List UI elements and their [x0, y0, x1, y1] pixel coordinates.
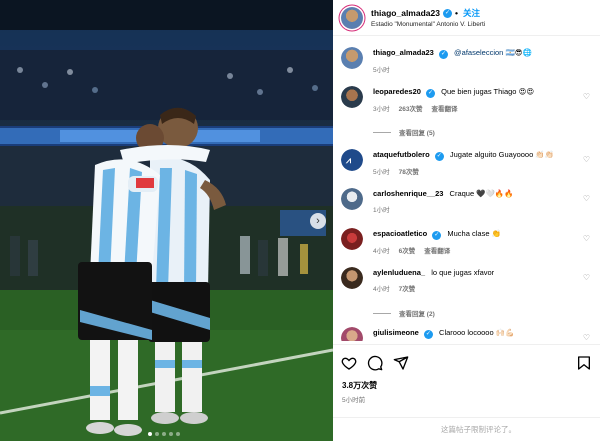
comment-heart-icon[interactable]: ♡ [583, 273, 590, 282]
comment-emoji: 🖤🤍🔥🔥 [476, 189, 514, 198]
comment-time[interactable]: 3小时 [373, 103, 390, 113]
comment-icon[interactable] [367, 355, 383, 371]
comment-text: lo que jugas xfavor [431, 268, 495, 277]
comment-username[interactable]: leoparedes20 [373, 87, 421, 96]
action-bar [341, 355, 409, 371]
commenter-avatar[interactable] [341, 228, 363, 250]
post-header: thiago_almada23 ✓ • 关注 Estadio "Monument… [333, 0, 600, 36]
post-time[interactable]: 5小时前 [342, 394, 365, 404]
commenter-avatar[interactable]: ⩘ [341, 149, 363, 171]
location-link[interactable]: Estadio "Monumental" Antonio V. Liberti [371, 21, 485, 28]
comment-username[interactable]: aylenluduena_ [373, 268, 425, 277]
replies-bar [373, 131, 391, 133]
verified-badge-icon: ✓ [423, 330, 433, 339]
comment-emoji: 🙌🏻💪🏻 [495, 328, 515, 337]
share-icon[interactable] [393, 355, 409, 371]
comment-text: Craque [449, 189, 475, 198]
comments-list[interactable]: thiago_almada23 ✓ @afaseleccion 🇦🇷😎🌐 5小时… [333, 38, 600, 341]
comment-item: ⩘ ataquefutbolero ✓ Jugate alguito Guayo… [341, 149, 596, 176]
comment-username[interactable]: ataquefutbolero [373, 150, 430, 159]
post-side-panel: thiago_almada23 ✓ • 关注 Estadio "Monument… [333, 0, 600, 441]
comment-item: espacioatletico ✓ Mucha clase 👏 4小时 6次赞 … [341, 228, 596, 255]
comment-emoji: 😍😍 [518, 87, 535, 96]
carousel-dots [148, 432, 180, 436]
comment-input[interactable] [441, 425, 591, 434]
caption-avatar[interactable] [341, 47, 363, 69]
comment-emoji: 👏 [491, 229, 501, 238]
comment-item: aylenluduena_ lo que jugas xfavor 4小时 7次… [341, 267, 596, 293]
carousel-dot [169, 432, 173, 436]
chevron-right-icon: › [316, 214, 320, 227]
carousel-dot [162, 432, 166, 436]
ataque-logo-icon: ⩘ [346, 155, 352, 165]
carousel-dot [148, 432, 152, 436]
comment-text: Jugate alguito Guayoooo [449, 150, 534, 159]
comment-box [333, 417, 600, 441]
comment-item: carloshenrique__23 Craque 🖤🤍🔥🔥 1小时 ♡ [341, 188, 596, 214]
replies-bar [373, 312, 391, 314]
see-translation-button[interactable]: 查看翻译 [424, 245, 450, 255]
view-replies-button[interactable]: 查看回复 (5) [373, 127, 435, 137]
comment-item: giulisimeone ✓ Clarooo locoooo 🙌🏻💪🏻 ♡ [341, 327, 596, 341]
verified-badge-icon: ✓ [432, 231, 442, 240]
caption-time[interactable]: 5小时 [373, 64, 390, 74]
heart-icon[interactable] [341, 355, 357, 371]
commenter-avatar[interactable] [341, 327, 363, 341]
carousel-dot [155, 432, 159, 436]
caption-mention[interactable]: @afaseleccion [454, 48, 503, 57]
carousel-dot [176, 432, 180, 436]
see-translation-button[interactable]: 查看翻译 [431, 103, 457, 113]
follow-button[interactable]: 关注 [463, 7, 480, 19]
commenter-avatar[interactable] [341, 188, 363, 210]
view-replies-button[interactable]: 查看回复 (2) [373, 308, 435, 318]
bookmark-icon[interactable] [576, 355, 592, 371]
comment-heart-icon[interactable]: ♡ [583, 333, 590, 341]
verified-badge-icon: ✓ [434, 152, 444, 161]
comment-likes[interactable]: 263次赞 [399, 103, 423, 113]
comment-item: leoparedes20 ✓ Que bien jugas Thiago 😍😍 … [341, 86, 596, 113]
commenter-avatar[interactable] [341, 86, 363, 108]
separator-dot: • [454, 8, 458, 18]
next-image-button[interactable]: › [310, 213, 326, 229]
comment-heart-icon[interactable]: ♡ [583, 194, 590, 203]
comment-likes[interactable]: 6次赞 [399, 245, 416, 255]
comment-heart-icon[interactable]: ♡ [583, 234, 590, 243]
verified-badge-icon: ✓ [438, 50, 448, 59]
view-replies-label: 查看回复 (5) [399, 130, 435, 137]
comment-likes[interactable]: 78次赞 [399, 166, 419, 176]
comment-emoji: 👏🏻👏🏻 [535, 150, 555, 159]
post-photo: › [0, 0, 333, 441]
author-username[interactable]: thiago_almada23 [371, 8, 440, 18]
comment-time[interactable]: 5小时 [373, 166, 390, 176]
likes-count[interactable]: 3.8万次赞 [342, 380, 377, 391]
comment-likes[interactable]: 7次赞 [399, 283, 416, 293]
author-avatar[interactable] [341, 6, 363, 29]
caption-username[interactable]: thiago_almada23 [373, 48, 434, 57]
post-actions-area: 3.8万次赞 5小时前 [333, 344, 600, 441]
caption-emoji: 🇦🇷😎🌐 [505, 48, 532, 57]
comment-text: Clarooo locoooo [439, 328, 494, 337]
caption-row: thiago_almada23 ✓ @afaseleccion 🇦🇷😎🌐 5小时 [341, 47, 596, 74]
comment-username[interactable]: giulisimeone [373, 328, 419, 337]
view-replies-label: 查看回复 (2) [399, 311, 435, 318]
comment-time[interactable]: 4小时 [373, 245, 390, 255]
photo-illustration [0, 0, 333, 441]
comment-text: Mucha clase [447, 229, 490, 238]
comment-username[interactable]: carloshenrique__23 [373, 189, 443, 198]
commenter-avatar[interactable] [341, 267, 363, 289]
comment-time[interactable]: 1小时 [373, 204, 390, 214]
comment-time[interactable]: 4小时 [373, 283, 390, 293]
comment-text: Que bien jugas Thiago [441, 87, 517, 96]
comment-username[interactable]: espacioatletico [373, 229, 427, 238]
comment-heart-icon[interactable]: ♡ [583, 92, 590, 101]
verified-badge-icon: ✓ [442, 8, 452, 18]
comment-heart-icon[interactable]: ♡ [583, 155, 590, 164]
verified-badge-icon: ✓ [426, 89, 436, 98]
